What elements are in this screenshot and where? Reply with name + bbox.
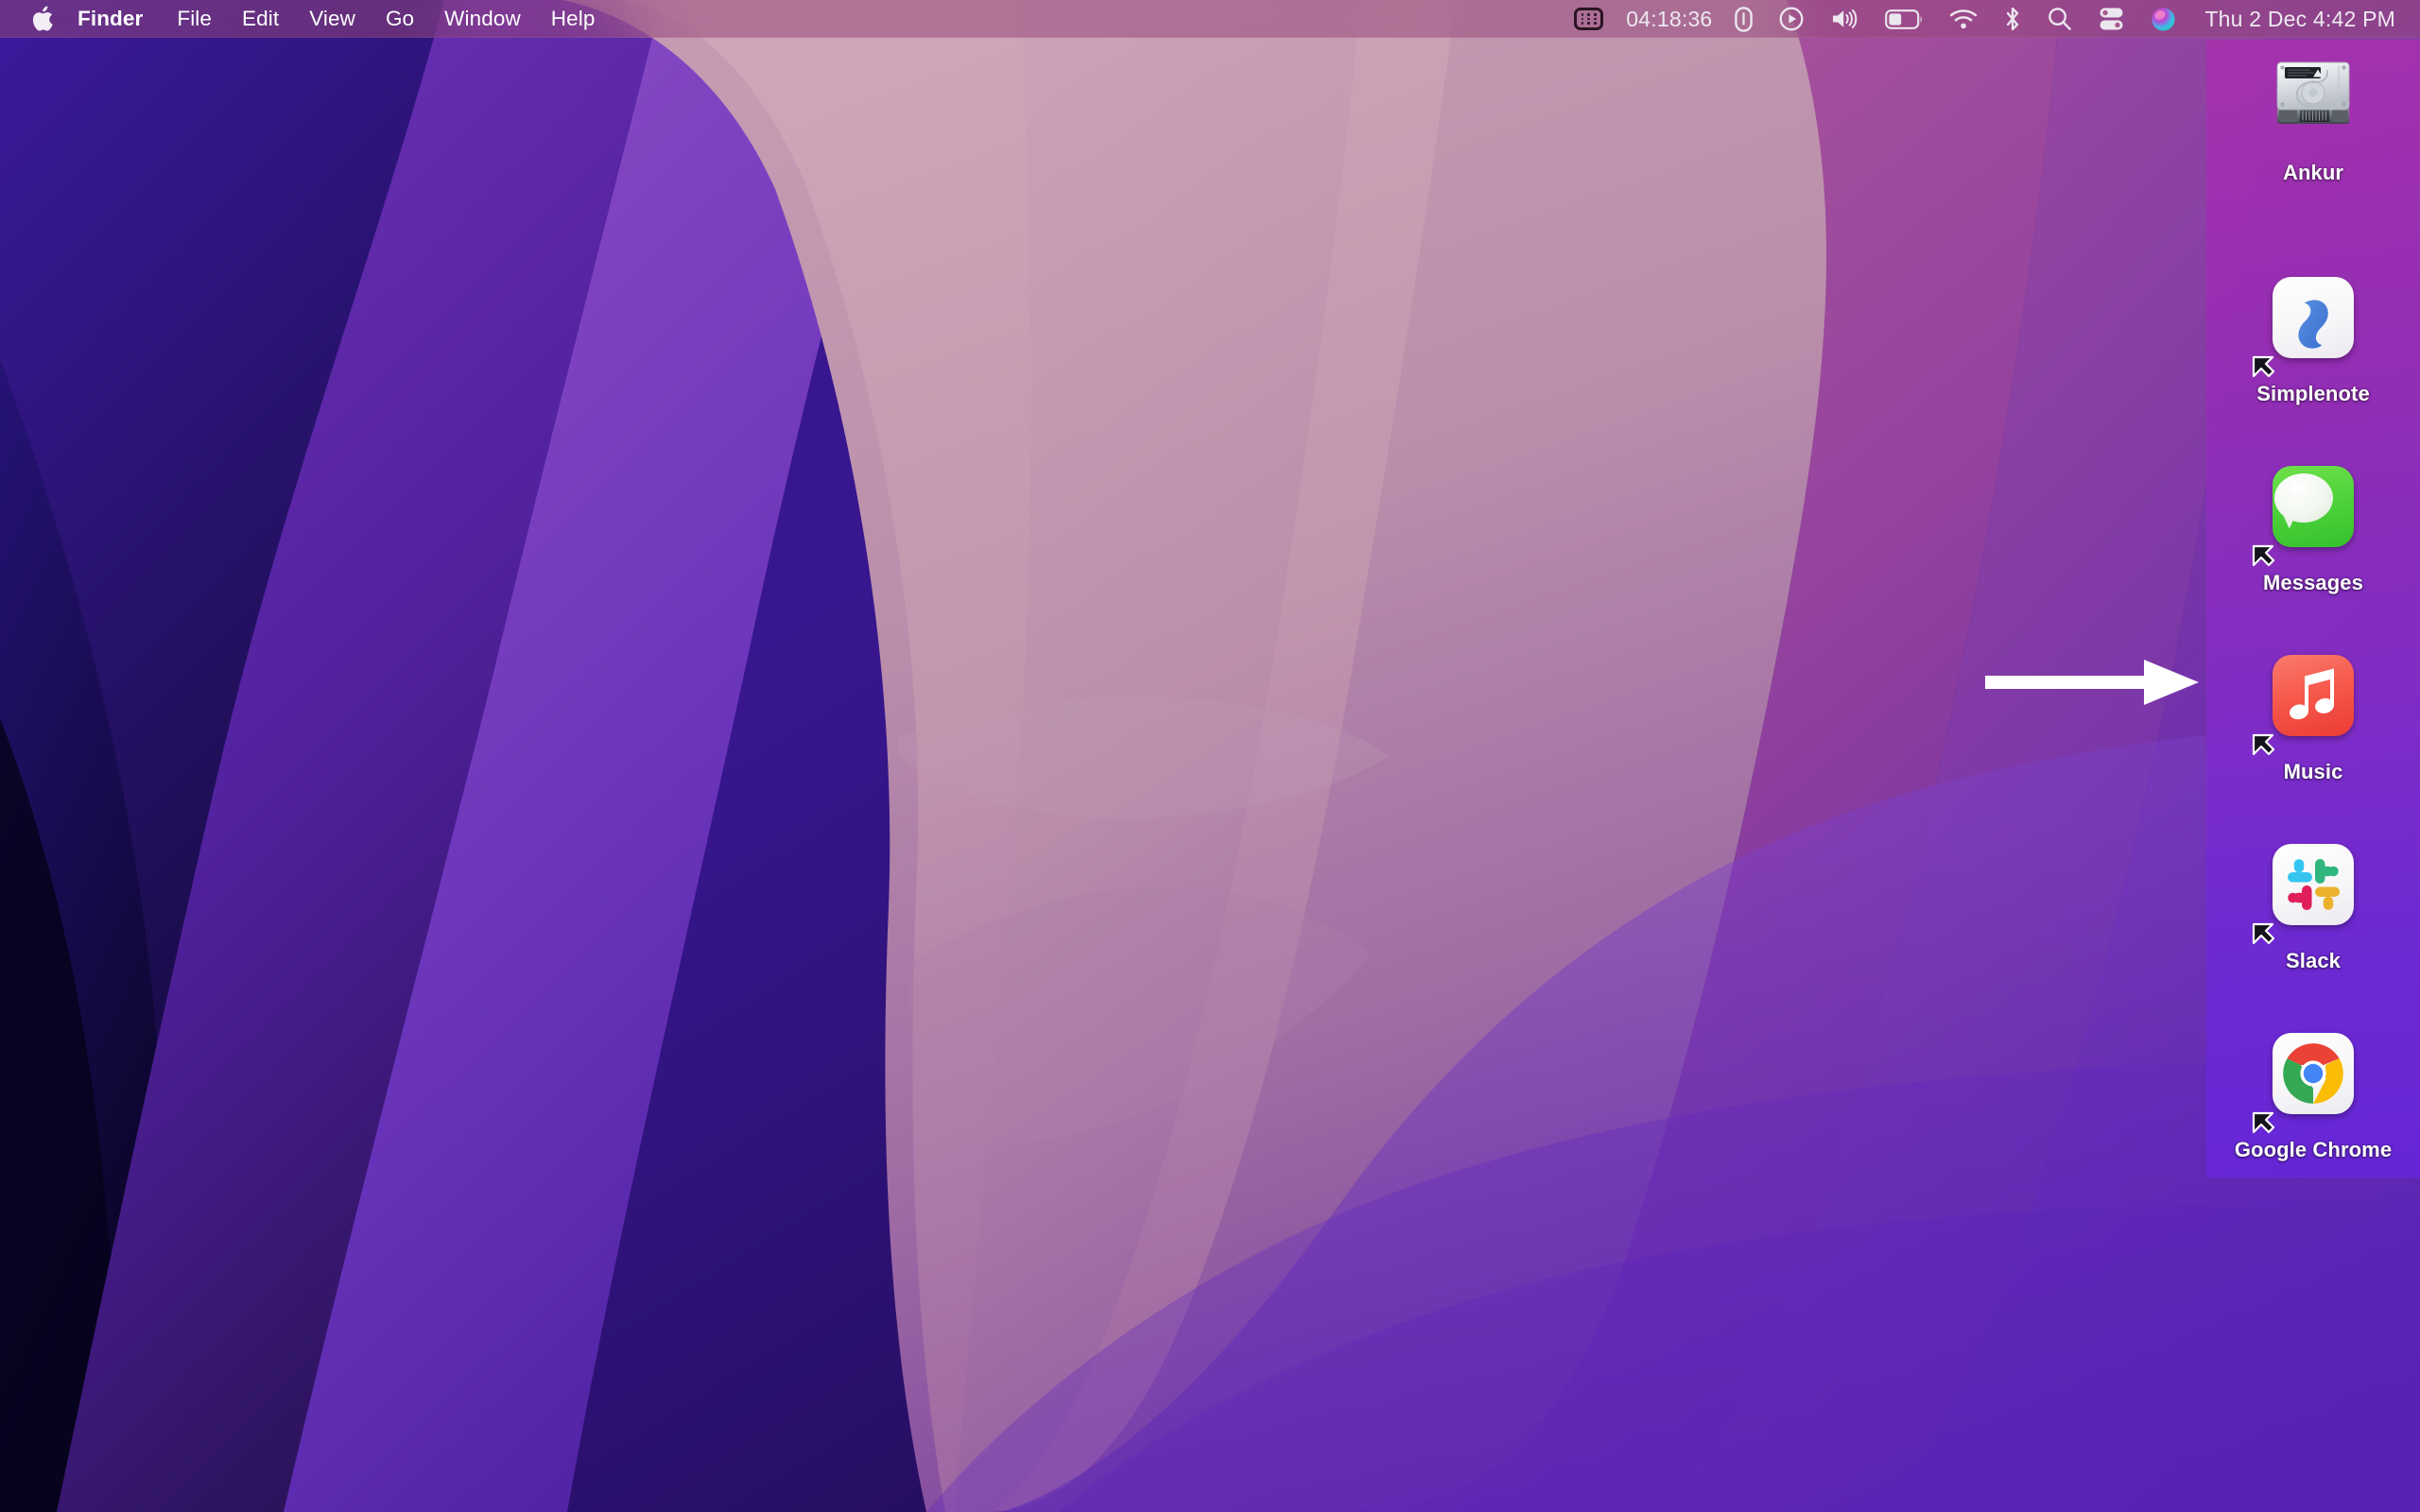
bluetooth-icon[interactable] (1991, 0, 2034, 38)
hard-drive-icon (2263, 53, 2363, 153)
spotlight-search-icon[interactable] (2034, 0, 2085, 38)
volume-speaker-icon[interactable] (1817, 0, 1872, 38)
desktop-wallpaper (0, 0, 2420, 1512)
slack-icon (2252, 841, 2363, 945)
siri-orb-icon[interactable] (2137, 0, 2189, 38)
music-icon (2252, 652, 2363, 756)
desktop-item-music[interactable]: Music (2206, 652, 2420, 784)
menu-item-view[interactable]: View (294, 0, 371, 38)
menu-item-go[interactable]: Go (371, 0, 429, 38)
menu-item-finder[interactable]: Finder (66, 0, 162, 38)
menu-bar-app-menus: Finder File Edit View Go Window Help (0, 0, 610, 38)
menu-bar: Finder File Edit View Go Window Help 04:… (0, 0, 2420, 38)
menu-bar-datetime[interactable]: Thu 2 Dec 4:42 PM (2189, 7, 2401, 32)
desktop-item-messages[interactable]: Messages (2206, 463, 2420, 595)
desktop-item-ankur[interactable]: Ankur (2206, 53, 2420, 185)
desktop-item-label: Messages (2263, 571, 2363, 594)
simplenote-icon (2252, 274, 2363, 378)
desktop-item-simplenote[interactable]: Simplenote (2206, 274, 2420, 406)
wifi-icon[interactable] (1936, 0, 1991, 38)
apple-logo-icon[interactable] (26, 1, 59, 37)
control-center-icon[interactable] (2085, 0, 2137, 38)
desktop-item-google-chrome[interactable]: Google Chrome (2206, 1030, 2420, 1162)
desktop-item-label: Music (2283, 760, 2343, 783)
menu-bar-status-items: 04:18:36 Thu 2 Dec 4:42 PM (1561, 0, 2420, 38)
desktop-item-label: Slack (2286, 949, 2341, 972)
menu-item-help[interactable]: Help (536, 0, 611, 38)
menu-item-file[interactable]: File (162, 0, 227, 38)
desktop-item-slack[interactable]: Slack (2206, 841, 2420, 973)
menu-item-edit[interactable]: Edit (227, 0, 294, 38)
chrome-icon (2252, 1030, 2363, 1134)
timer-text[interactable]: 04:18:36 (1616, 7, 1721, 32)
desktop-item-label: Google Chrome (2234, 1138, 2393, 1161)
play-circle-icon[interactable] (1766, 0, 1817, 38)
desktop-item-label: Ankur (2282, 161, 2344, 184)
desktop-icon-panel: Ankur Simplenote Messages Music Slack Go… (2206, 40, 2420, 1177)
messages-icon (2252, 463, 2363, 567)
battery-icon[interactable] (1872, 0, 1936, 38)
paperclip-icon[interactable] (1721, 0, 1766, 38)
menu-item-window[interactable]: Window (429, 0, 536, 38)
desktop-item-label: Simplenote (2256, 382, 2370, 405)
numpad-keypad-icon[interactable] (1561, 0, 1616, 38)
